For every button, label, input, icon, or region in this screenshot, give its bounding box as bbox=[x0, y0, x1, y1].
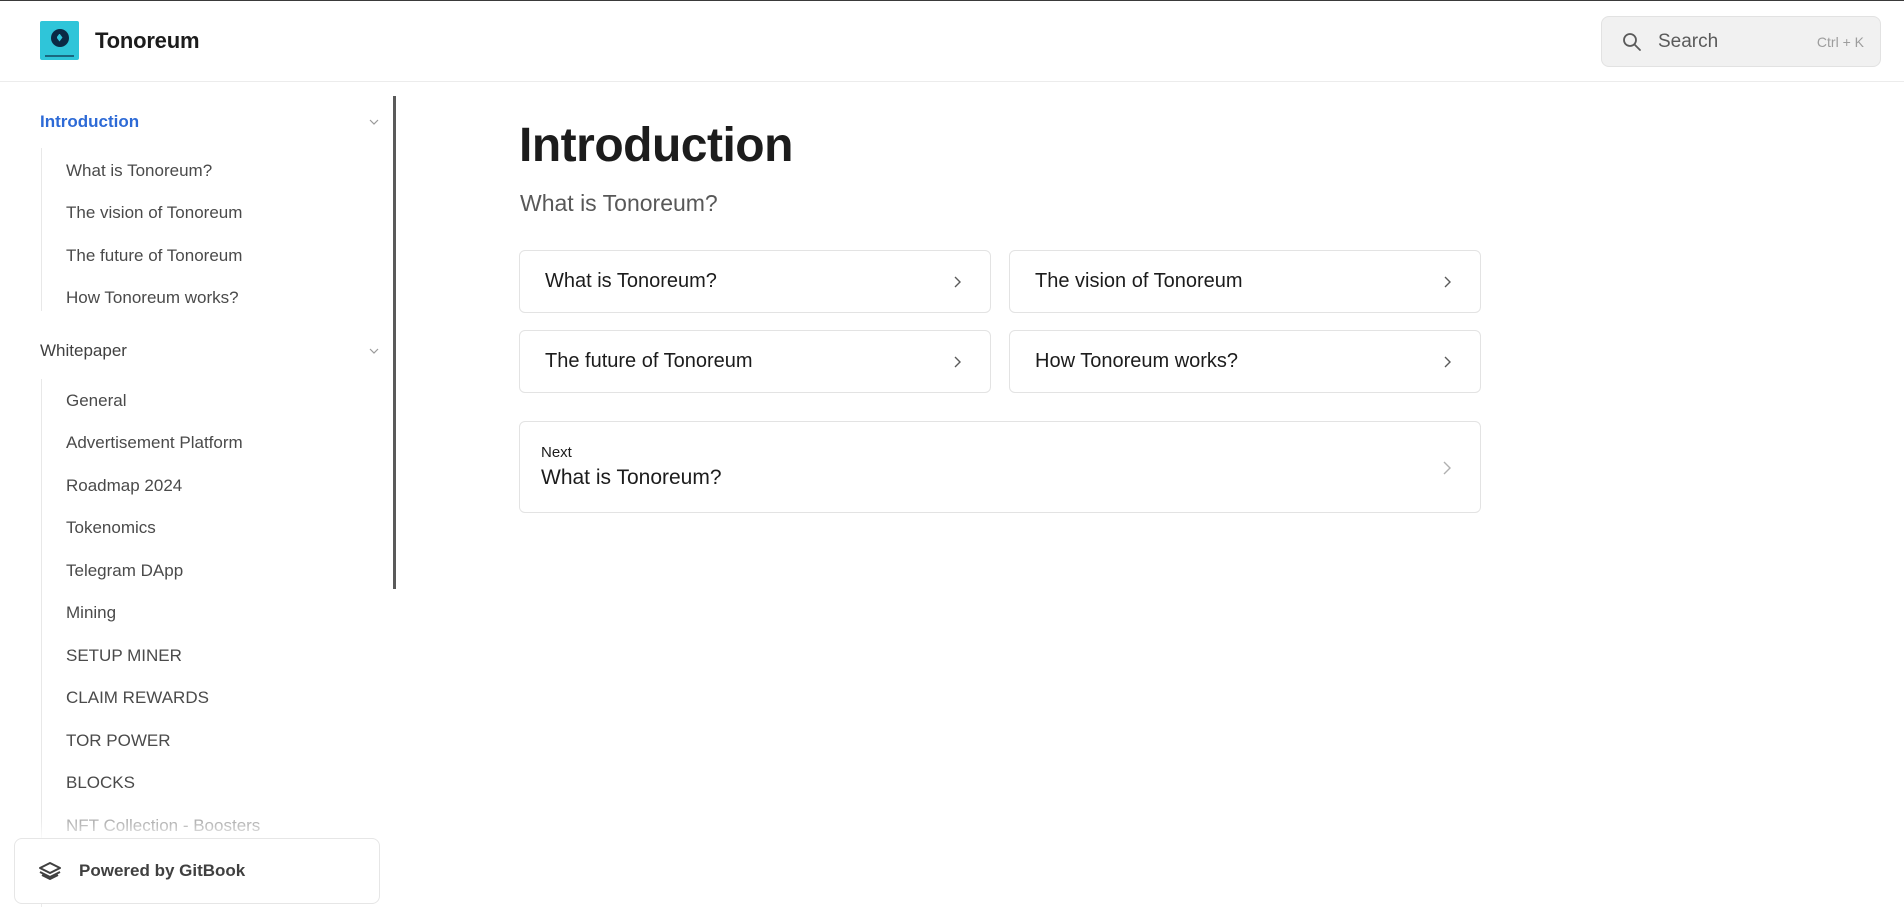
chevron-right-icon bbox=[1444, 276, 1451, 287]
search-shortcut-hint: Ctrl + K bbox=[1816, 33, 1864, 50]
sidebar-item-how-it-works[interactable]: How Tonoreum works? bbox=[66, 288, 239, 308]
search-placeholder: Search bbox=[1658, 30, 1719, 52]
top-header: Tonoreum Search Ctrl + K bbox=[0, 1, 1904, 82]
sidebar-item-mining[interactable]: Mining bbox=[66, 603, 116, 623]
powered-by-label: Powered by GitBook bbox=[79, 861, 246, 880]
sidebar-item-general[interactable]: General bbox=[66, 391, 126, 411]
page-title: Introduction bbox=[519, 119, 793, 172]
sidebar-group-label: Introduction bbox=[40, 112, 140, 131]
site-title: Tonoreum bbox=[95, 27, 200, 53]
powered-by-gitbook-button[interactable]: Powered by GitBook bbox=[14, 838, 380, 904]
page-description: What is Tonoreum? bbox=[520, 190, 718, 216]
sidebar-group-label: Whitepaper bbox=[40, 341, 127, 360]
sidebar-item-roadmap-2024[interactable]: Roadmap 2024 bbox=[66, 476, 182, 496]
card-label: The vision of Tonoreum bbox=[1035, 270, 1243, 292]
next-kicker: Next bbox=[541, 444, 572, 461]
sidebar-item-claim-rewards[interactable]: CLAIM REWARDS bbox=[66, 688, 209, 708]
sidebar-item-vision[interactable]: The vision of Tonoreum bbox=[66, 203, 242, 223]
nav-tree-line bbox=[41, 148, 42, 311]
sidebar-group-whitepaper[interactable]: Whitepaper bbox=[40, 333, 380, 369]
nav-tree-line bbox=[41, 379, 42, 907]
sidebar-item-blocks[interactable]: BLOCKS bbox=[66, 773, 135, 793]
chevron-right-icon bbox=[1443, 461, 1451, 475]
sidebar-item-what-is-tonoreum[interactable]: What is Tonoreum? bbox=[66, 161, 212, 181]
chevron-right-icon bbox=[954, 356, 961, 367]
card-vision[interactable]: The vision of Tonoreum bbox=[1009, 250, 1481, 313]
sidebar-item-tokenomics[interactable]: Tokenomics bbox=[66, 518, 156, 538]
search-button[interactable]: Search Ctrl + K bbox=[1601, 16, 1881, 67]
sidebar-group-introduction[interactable]: Introduction bbox=[40, 104, 380, 140]
sidebar-item-nft-collection[interactable]: NFT Collection - Boosters bbox=[66, 816, 260, 836]
sidebar-item-tor-power[interactable]: TOR POWER bbox=[66, 731, 171, 751]
next-page-title: What is Tonoreum? bbox=[541, 466, 722, 489]
card-label: How Tonoreum works? bbox=[1035, 350, 1239, 372]
card-what-is-tonoreum[interactable]: What is Tonoreum? bbox=[519, 250, 991, 313]
sidebar-item-future[interactable]: The future of Tonoreum bbox=[66, 246, 242, 266]
card-label: What is Tonoreum? bbox=[545, 270, 717, 292]
sidebar-nav: Introduction What is Tonoreum? The visio… bbox=[0, 83, 396, 907]
sidebar-item-telegram-dapp[interactable]: Telegram DApp bbox=[66, 561, 183, 581]
tonoreum-logo bbox=[40, 21, 79, 60]
sidebar-item-advertisement-platform[interactable]: Advertisement Platform bbox=[66, 433, 243, 453]
card-label: The future of Tonoreum bbox=[545, 350, 753, 372]
chevron-down-icon[interactable] bbox=[368, 116, 380, 128]
chevron-down-icon[interactable] bbox=[368, 345, 380, 357]
chevron-right-icon bbox=[1444, 356, 1451, 367]
next-page-link[interactable]: Next What is Tonoreum? bbox=[519, 421, 1481, 513]
search-icon bbox=[1623, 32, 1641, 51]
site-brand-link[interactable]: Tonoreum bbox=[40, 21, 200, 60]
chevron-right-icon bbox=[954, 276, 961, 287]
card-how-it-works[interactable]: How Tonoreum works? bbox=[1009, 330, 1481, 393]
gitbook-icon bbox=[39, 862, 61, 880]
card-future[interactable]: The future of Tonoreum bbox=[519, 330, 991, 393]
sidebar-scrollbar[interactable] bbox=[393, 96, 396, 589]
sidebar-item-setup-miner[interactable]: SETUP MINER bbox=[66, 646, 182, 666]
